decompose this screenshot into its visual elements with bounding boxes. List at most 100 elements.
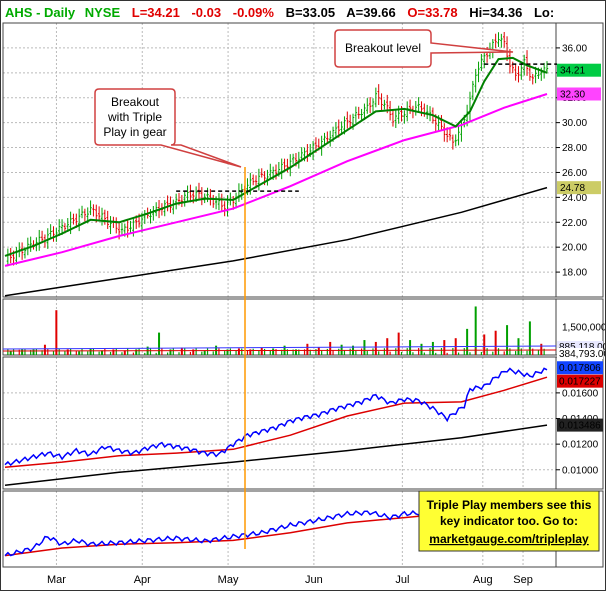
volume-bar <box>43 344 46 355</box>
volume-bar <box>435 352 437 355</box>
price-tick-label: 30.00 <box>562 118 587 129</box>
panel-border-ind <box>2 356 604 490</box>
volume-bar <box>121 352 123 355</box>
volume-bar <box>7 349 9 355</box>
volume-bar <box>469 352 471 355</box>
volume-bar <box>70 348 72 355</box>
volume-bar <box>189 351 192 355</box>
price-tick-label: 22.00 <box>562 218 587 229</box>
volume-bar <box>224 351 226 355</box>
volume-bar <box>374 341 377 355</box>
volume-bar <box>195 348 197 355</box>
price-tick-label: 26.00 <box>562 168 587 179</box>
volume-bar <box>457 352 460 355</box>
volume-bar <box>112 349 115 355</box>
volume-bar <box>378 351 380 355</box>
volume-bar <box>440 348 443 355</box>
callout-breakout-line-2: with Triple <box>107 110 162 124</box>
promo-box[interactable]: Triple Play members see this key indicat… <box>418 490 600 552</box>
volume-bar <box>35 348 37 355</box>
volume-bar <box>343 350 346 355</box>
volume-bar <box>420 343 423 355</box>
ind-tick-label: 0.01600 <box>562 388 599 399</box>
volume-bar <box>138 348 140 355</box>
callout-breakout-level: Breakout level <box>334 29 514 68</box>
price-panel <box>4 31 557 297</box>
ind-value-label: 0.013486 <box>559 421 601 432</box>
volume-bar <box>98 351 100 355</box>
volume-bar <box>260 347 263 355</box>
volume-bar <box>272 348 275 355</box>
price-value-label: 24.78 <box>560 183 585 194</box>
ma-long-line <box>4 186 548 297</box>
volume-bar <box>89 348 92 355</box>
header-change: -0.03 <box>191 5 221 20</box>
volume-bar <box>229 348 231 355</box>
volume-bar <box>317 347 320 355</box>
header-change-pct: -0.09% <box>233 5 275 20</box>
x-tick-label: Sep <box>513 574 533 586</box>
volume-avg-line <box>2 345 557 350</box>
promo-line-1: Triple Play members see this <box>427 498 592 512</box>
volume-bar <box>9 351 12 355</box>
price-value-label: 32.30 <box>560 89 585 100</box>
volume-bar <box>329 341 332 355</box>
volume-bar <box>463 348 465 355</box>
header-open: O=33.78 <box>407 5 457 20</box>
volume-bar <box>494 330 497 355</box>
ind-value-label: 0.017806 <box>559 363 601 374</box>
volume-bar <box>443 340 446 355</box>
callout-breakout-line-1: Breakout <box>111 95 160 109</box>
volume-bar <box>355 350 357 355</box>
volume-bar <box>246 350 249 355</box>
volume-bar <box>503 351 505 355</box>
volume-bar <box>275 349 277 355</box>
volume-bar <box>218 348 220 355</box>
volume-bar <box>412 352 414 355</box>
volume-bar <box>155 352 157 355</box>
ind-tick-label: 0.01200 <box>562 440 599 451</box>
x-tick-label: Jul <box>395 574 409 586</box>
price-tick-label: 18.00 <box>562 268 587 279</box>
volume-panel <box>2 306 557 355</box>
volume-bar <box>178 352 180 355</box>
volume-bar <box>492 351 494 355</box>
x-tick-label: May <box>218 574 239 586</box>
volume-bar <box>66 349 69 355</box>
volume-bar <box>149 348 152 355</box>
volume-bar <box>132 352 134 355</box>
volume-avg-line-2 <box>2 349 557 352</box>
volume-bar <box>509 348 511 355</box>
volume-bar <box>338 348 340 355</box>
volume-bar <box>466 328 469 355</box>
rs-line <box>4 367 548 467</box>
ind-value-label: 0.017227 <box>559 377 601 388</box>
volume-bar <box>47 348 49 355</box>
volume-bar <box>235 350 237 355</box>
price-value-label: 34.21 <box>560 66 585 77</box>
volume-bar <box>480 351 482 355</box>
volume-bar <box>306 343 309 355</box>
volume-bar <box>349 348 351 355</box>
volume-bar <box>24 349 26 355</box>
price-tick-label: 24.00 <box>562 193 587 204</box>
volume-bar <box>397 332 400 355</box>
volume-bar <box>212 351 214 355</box>
volume-bar <box>431 341 434 355</box>
chart-frame: MarAprMayJunJulAugSep36.0034.0032.0030.0… <box>0 0 606 591</box>
volume-bar <box>78 351 81 355</box>
volume-bar <box>172 348 174 355</box>
volume-tick-label: 1,500,000 <box>562 323 605 334</box>
volume-bar <box>372 348 374 355</box>
volume-bar <box>167 352 169 355</box>
volume-bar <box>115 348 117 355</box>
x-tick-label: Apr <box>134 574 151 586</box>
callout-breakout-line-3: Play in gear <box>103 125 166 139</box>
volume-bar <box>360 348 363 355</box>
promo-link[interactable]: marketgauge.com/tripleplay <box>429 532 589 546</box>
svg-text:AHS - Daily NYSE: AHS - Daily NYSE L=34.21 -0.03 -0.09% B=… <box>5 5 554 20</box>
ma-mid-line <box>4 93 548 267</box>
volume-bar <box>32 349 35 355</box>
volume-bar <box>64 350 66 355</box>
x-tick-label: Mar <box>47 574 66 586</box>
